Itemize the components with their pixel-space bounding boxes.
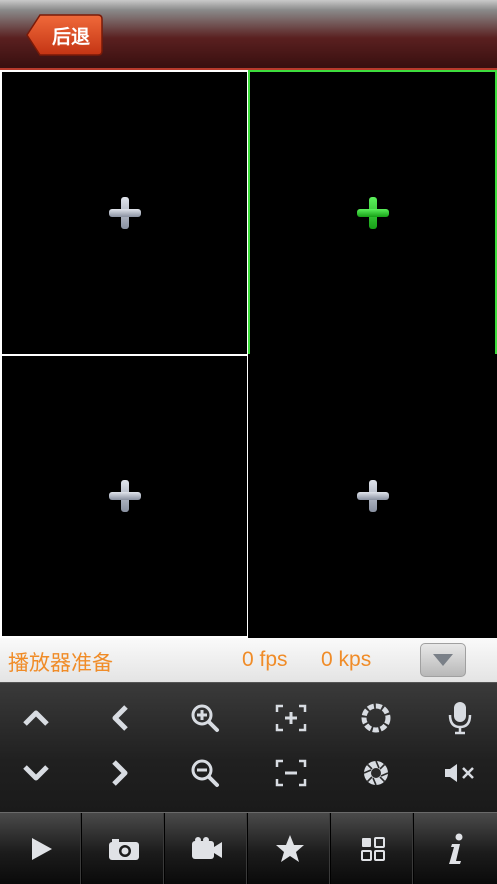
left-arrow-icon: [112, 705, 128, 731]
pan-right-button[interactable]: [96, 751, 144, 795]
info-icon: [449, 833, 463, 864]
kps-readout: 0 kps: [321, 648, 372, 671]
microphone-icon: [448, 702, 472, 735]
info-button[interactable]: [415, 813, 497, 884]
mute-button[interactable]: [436, 751, 484, 795]
play-icon: [31, 837, 52, 860]
video-cell-3[interactable]: [0, 354, 249, 638]
add-channel-icon: [108, 480, 141, 512]
focus-near-button[interactable]: [267, 696, 315, 740]
zoom-in-button[interactable]: [181, 696, 229, 740]
video-cell-4[interactable]: [248, 354, 497, 638]
favorites-button[interactable]: [249, 813, 331, 884]
snapshot-button[interactable]: [83, 813, 165, 884]
ptz-control-panel: [0, 682, 497, 813]
tilt-down-button[interactable]: [12, 751, 60, 795]
video-camera-icon: [191, 836, 222, 859]
zoom-out-button[interactable]: [181, 751, 229, 795]
focus-far-button[interactable]: [267, 751, 315, 795]
zoom-out-icon: [191, 759, 219, 787]
video-cell-2[interactable]: [248, 70, 497, 356]
back-button[interactable]: 后退: [26, 13, 104, 57]
right-arrow-icon: [112, 760, 128, 786]
pan-left-button[interactable]: [96, 696, 144, 740]
focus-plus-icon: [275, 704, 307, 732]
layout-button[interactable]: [332, 813, 414, 884]
chevron-down-icon: [433, 654, 453, 666]
iris-open-icon: [361, 703, 391, 733]
star-icon: [275, 834, 304, 862]
bottom-toolbar: [0, 812, 497, 884]
collapse-panel-button[interactable]: [420, 643, 466, 677]
down-arrow-icon: [23, 765, 49, 781]
add-channel-icon: [356, 480, 389, 512]
back-button-label: 后退: [51, 25, 90, 48]
iris-close-button[interactable]: [352, 751, 400, 795]
talk-button[interactable]: [436, 696, 484, 740]
up-arrow-icon: [23, 710, 49, 726]
header-bar: 后退: [0, 0, 497, 70]
mute-icon: [445, 764, 474, 782]
zoom-in-icon: [191, 704, 219, 732]
camera-icon: [108, 838, 139, 860]
tilt-up-button[interactable]: [12, 696, 60, 740]
fps-readout: 0 fps: [242, 648, 288, 671]
video-cell-1[interactable]: [0, 70, 249, 356]
status-bar: 播放器准备 0 fps 0 kps: [0, 638, 497, 682]
iris-open-button[interactable]: [352, 696, 400, 740]
play-button[interactable]: [0, 813, 82, 884]
player-status-label: 播放器准备: [8, 652, 113, 675]
iris-close-icon: [363, 760, 389, 786]
add-channel-icon: [356, 197, 389, 229]
focus-minus-icon: [275, 759, 307, 787]
grid-layout-icon: [360, 836, 385, 861]
record-button[interactable]: [166, 813, 248, 884]
add-channel-icon: [108, 197, 141, 229]
video-grid: [0, 70, 497, 638]
